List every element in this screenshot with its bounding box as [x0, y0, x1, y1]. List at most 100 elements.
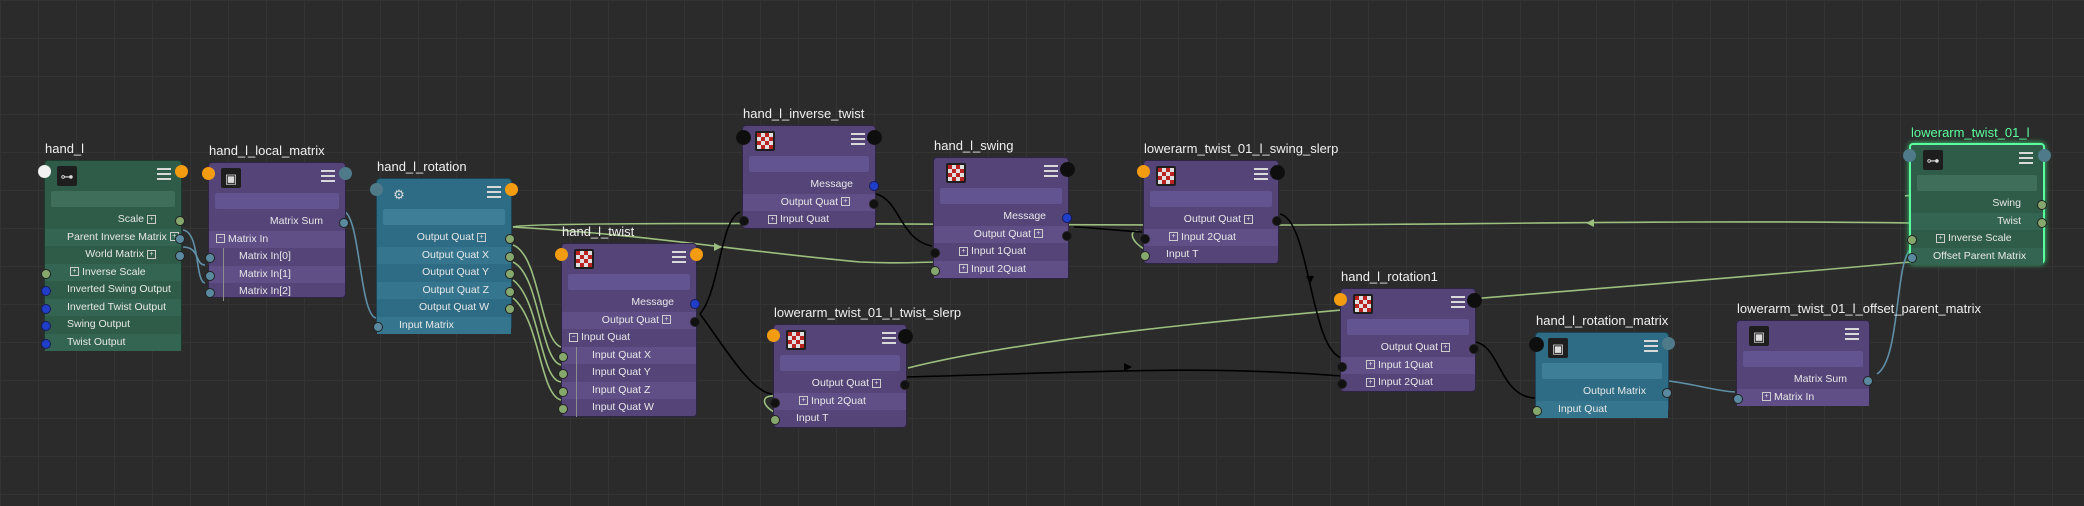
attr-input-2quat[interactable]: + Input 2Quat [1140, 228, 1278, 246]
attr-matrix-in-0[interactable]: Matrix In[0] [205, 248, 345, 266]
attr-matrix-in[interactable]: − Matrix In [209, 230, 345, 248]
node-bar [383, 209, 505, 225]
wire-rotation-matrix [1667, 380, 1736, 393]
node-lowerarm-twist-01-l-offset-parent-matrix[interactable]: lowerarm_twist_01_l_offset_parent_matrix… [1733, 301, 1981, 406]
menu-icon[interactable] [1644, 340, 1658, 352]
cube-icon: ▣ [221, 168, 241, 188]
wire-parent-inverse [182, 229, 206, 284]
menu-icon[interactable] [1845, 328, 1859, 340]
node-bar [1917, 175, 2037, 191]
menu-icon[interactable] [321, 170, 335, 182]
attr-parent-inverse-matrix[interactable]: Parent Inverse Matrix+ [45, 228, 185, 246]
attr-output-quat[interactable]: Output Quat + [1144, 211, 1282, 229]
node-lowerarm-twist-01-l-swing-slerp[interactable]: lowerarm_twist_01_l_swing_slerp Output Q… [1137, 141, 1338, 264]
menu-icon[interactable] [882, 332, 896, 344]
attr-output-quat-x[interactable]: Output Quat X [377, 246, 515, 264]
attr-inverted-swing-output[interactable]: Inverted Swing Output [41, 281, 181, 299]
wire-inverse-to-swing [875, 193, 933, 247]
attr-input-quat-z[interactable]: Input Quat Z [558, 381, 696, 399]
wire-twist-slerp-to-rotation1 [905, 369, 1343, 378]
attr-twist-output[interactable]: Twist Output [41, 333, 181, 351]
attr-output-quat-y[interactable]: Output Quat Y [377, 264, 515, 282]
attr-input-quat-y[interactable]: Input Quat Y [558, 364, 696, 382]
attr-world-matrix[interactable]: World Matrix + [45, 246, 185, 264]
attr-offset-parent-matrix[interactable]: Offset Parent Matrix [1907, 247, 2043, 265]
cube-icon: ▣ [1749, 326, 1769, 346]
node-title: hand_l_local_matrix [209, 143, 325, 158]
node-title: lowerarm_twist_01_l_swing_slerp [1144, 141, 1339, 156]
joint-icon: ⊶ [57, 166, 77, 186]
attr-output-quat-w[interactable]: Output Quat W [377, 299, 515, 317]
attr-inverted-twist-output[interactable]: Inverted Twist Output [41, 298, 181, 316]
node-title: hand_l_rotation_matrix [1536, 313, 1669, 328]
attr-swing-output[interactable]: Swing Output [41, 316, 181, 334]
attr-output-quat[interactable]: Output Quat + [377, 229, 515, 247]
node-hand-l-rotation[interactable]: hand_l_rotation ⚙ Output Quat + Output Qu… [370, 159, 518, 334]
attr-output-quat[interactable]: Output Quat + [562, 311, 700, 329]
attr-twist[interactable]: Twist [1911, 212, 2047, 230]
wire-twist-out-to-inverse [699, 211, 741, 315]
node-bar [215, 193, 339, 209]
menu-icon[interactable] [1044, 165, 1058, 177]
attr-input-quat-x[interactable]: Input Quat X [558, 346, 696, 364]
attr-scale[interactable]: Scale + [45, 211, 185, 229]
attr-input-1quat[interactable]: + Input 1Quat [930, 243, 1068, 261]
node-lowerarm-twist-01-l-twist-slerp[interactable]: lowerarm_twist_01_l_twist_slerp Output Q… [767, 305, 961, 428]
node-hand-l-rotation-matrix[interactable]: hand_l_rotation_matrix ▣ Output Matrix I… [1529, 313, 1675, 418]
attr-input-quat[interactable]: Input Quat [1532, 400, 1668, 418]
node-hand-l-twist[interactable]: hand_l_twist Message Output Quat + − Input… [555, 224, 703, 417]
attr-input-2quat[interactable]: + Input 2Quat [1337, 374, 1475, 392]
menu-icon[interactable] [2019, 152, 2033, 164]
menu-icon[interactable] [1451, 296, 1465, 308]
node-bar [749, 156, 869, 172]
wire-world-matrix [182, 246, 206, 266]
node-hand-l-local-matrix[interactable]: hand_l_local_matrix ▣ Matrix Sum − Matrix… [202, 143, 352, 301]
checker-icon [1353, 294, 1373, 314]
menu-icon[interactable] [157, 168, 171, 180]
attr-output-quat[interactable]: Output Quat + [743, 193, 879, 211]
attr-input-matrix[interactable]: Input Matrix [373, 316, 511, 334]
attr-message[interactable]: Message [562, 294, 700, 312]
node-hand-l-rotation1[interactable]: hand_l_rotation1 Output Quat + + Input 1Qu… [1334, 269, 1482, 392]
attr-input-2quat[interactable]: + Input 2Quat [930, 260, 1068, 278]
node-title: hand_l_rotation1 [1341, 269, 1438, 284]
wire-quat-y [512, 261, 562, 366]
attr-input-t[interactable]: Input T [1140, 246, 1278, 264]
attr-matrix-in-1[interactable]: Matrix In[1] [205, 265, 345, 283]
menu-icon[interactable] [672, 251, 686, 263]
node-hand-l[interactable]: hand_l ⊶ Scale+ Parent Inverse Matrix+ W… [38, 141, 188, 351]
node-title: lowerarm_twist_01_l_twist_slerp [774, 305, 962, 320]
node-title: lowerarm_twist_01_l_offset_parent_matrix [1737, 301, 1981, 316]
menu-icon[interactable] [1254, 168, 1268, 180]
node-title: hand_l_twist [562, 224, 635, 239]
attr-matrix-sum[interactable]: Matrix Sum [1737, 371, 1873, 389]
attr-input-2quat[interactable]: + Input 2Quat [770, 392, 906, 410]
attr-output-quat[interactable]: Output Quat + [774, 375, 910, 393]
node-lowerarm-twist-01-l[interactable]: lowerarm_twist_01_l ⊶ Swing Twist + Inver… [1903, 125, 2051, 265]
attr-message[interactable]: Message [743, 176, 879, 194]
attr-swing[interactable]: Swing [1911, 195, 2047, 213]
attr-output-quat[interactable]: Output Quat + [1341, 339, 1479, 357]
attr-input-1quat[interactable]: + Input 1Quat [1337, 356, 1475, 374]
node-bar [780, 355, 900, 371]
attr-matrix-sum[interactable]: Matrix Sum [209, 213, 349, 231]
attr-matrix-in-2[interactable]: Matrix In[2] [205, 283, 345, 301]
attr-inverse-scale[interactable]: + Inverse Scale [41, 263, 181, 281]
attr-input-quat[interactable]: + Input Quat [739, 211, 875, 229]
checker-icon [574, 249, 594, 269]
attr-input-quat[interactable]: − Input Quat [562, 329, 696, 347]
attr-inverse-scale[interactable]: + Inverse Scale [1907, 230, 2043, 248]
wire-rotation1-to-matrix [1474, 341, 1537, 399]
menu-icon[interactable] [851, 133, 865, 145]
attr-output-quat-z[interactable]: Output Quat Z [377, 281, 515, 299]
menu-icon[interactable] [487, 186, 501, 198]
attr-output-matrix[interactable]: Output Matrix [1536, 383, 1672, 401]
node-hand-l-swing[interactable]: hand_l_swing Message Output Quat + + Input… [930, 138, 1075, 279]
attr-input-t[interactable]: Input T [770, 410, 906, 428]
attr-message[interactable]: Message [934, 208, 1072, 226]
attr-input-quat-w[interactable]: Input Quat W [558, 399, 696, 417]
node-title: hand_l_swing [934, 138, 1014, 153]
attr-output-quat[interactable]: Output Quat + [934, 225, 1072, 243]
attr-matrix-in[interactable]: + Matrix In [1733, 388, 1869, 406]
node-hand-l-inverse-twist[interactable]: hand_l_inverse_twist Message Output Quat… [736, 106, 882, 229]
